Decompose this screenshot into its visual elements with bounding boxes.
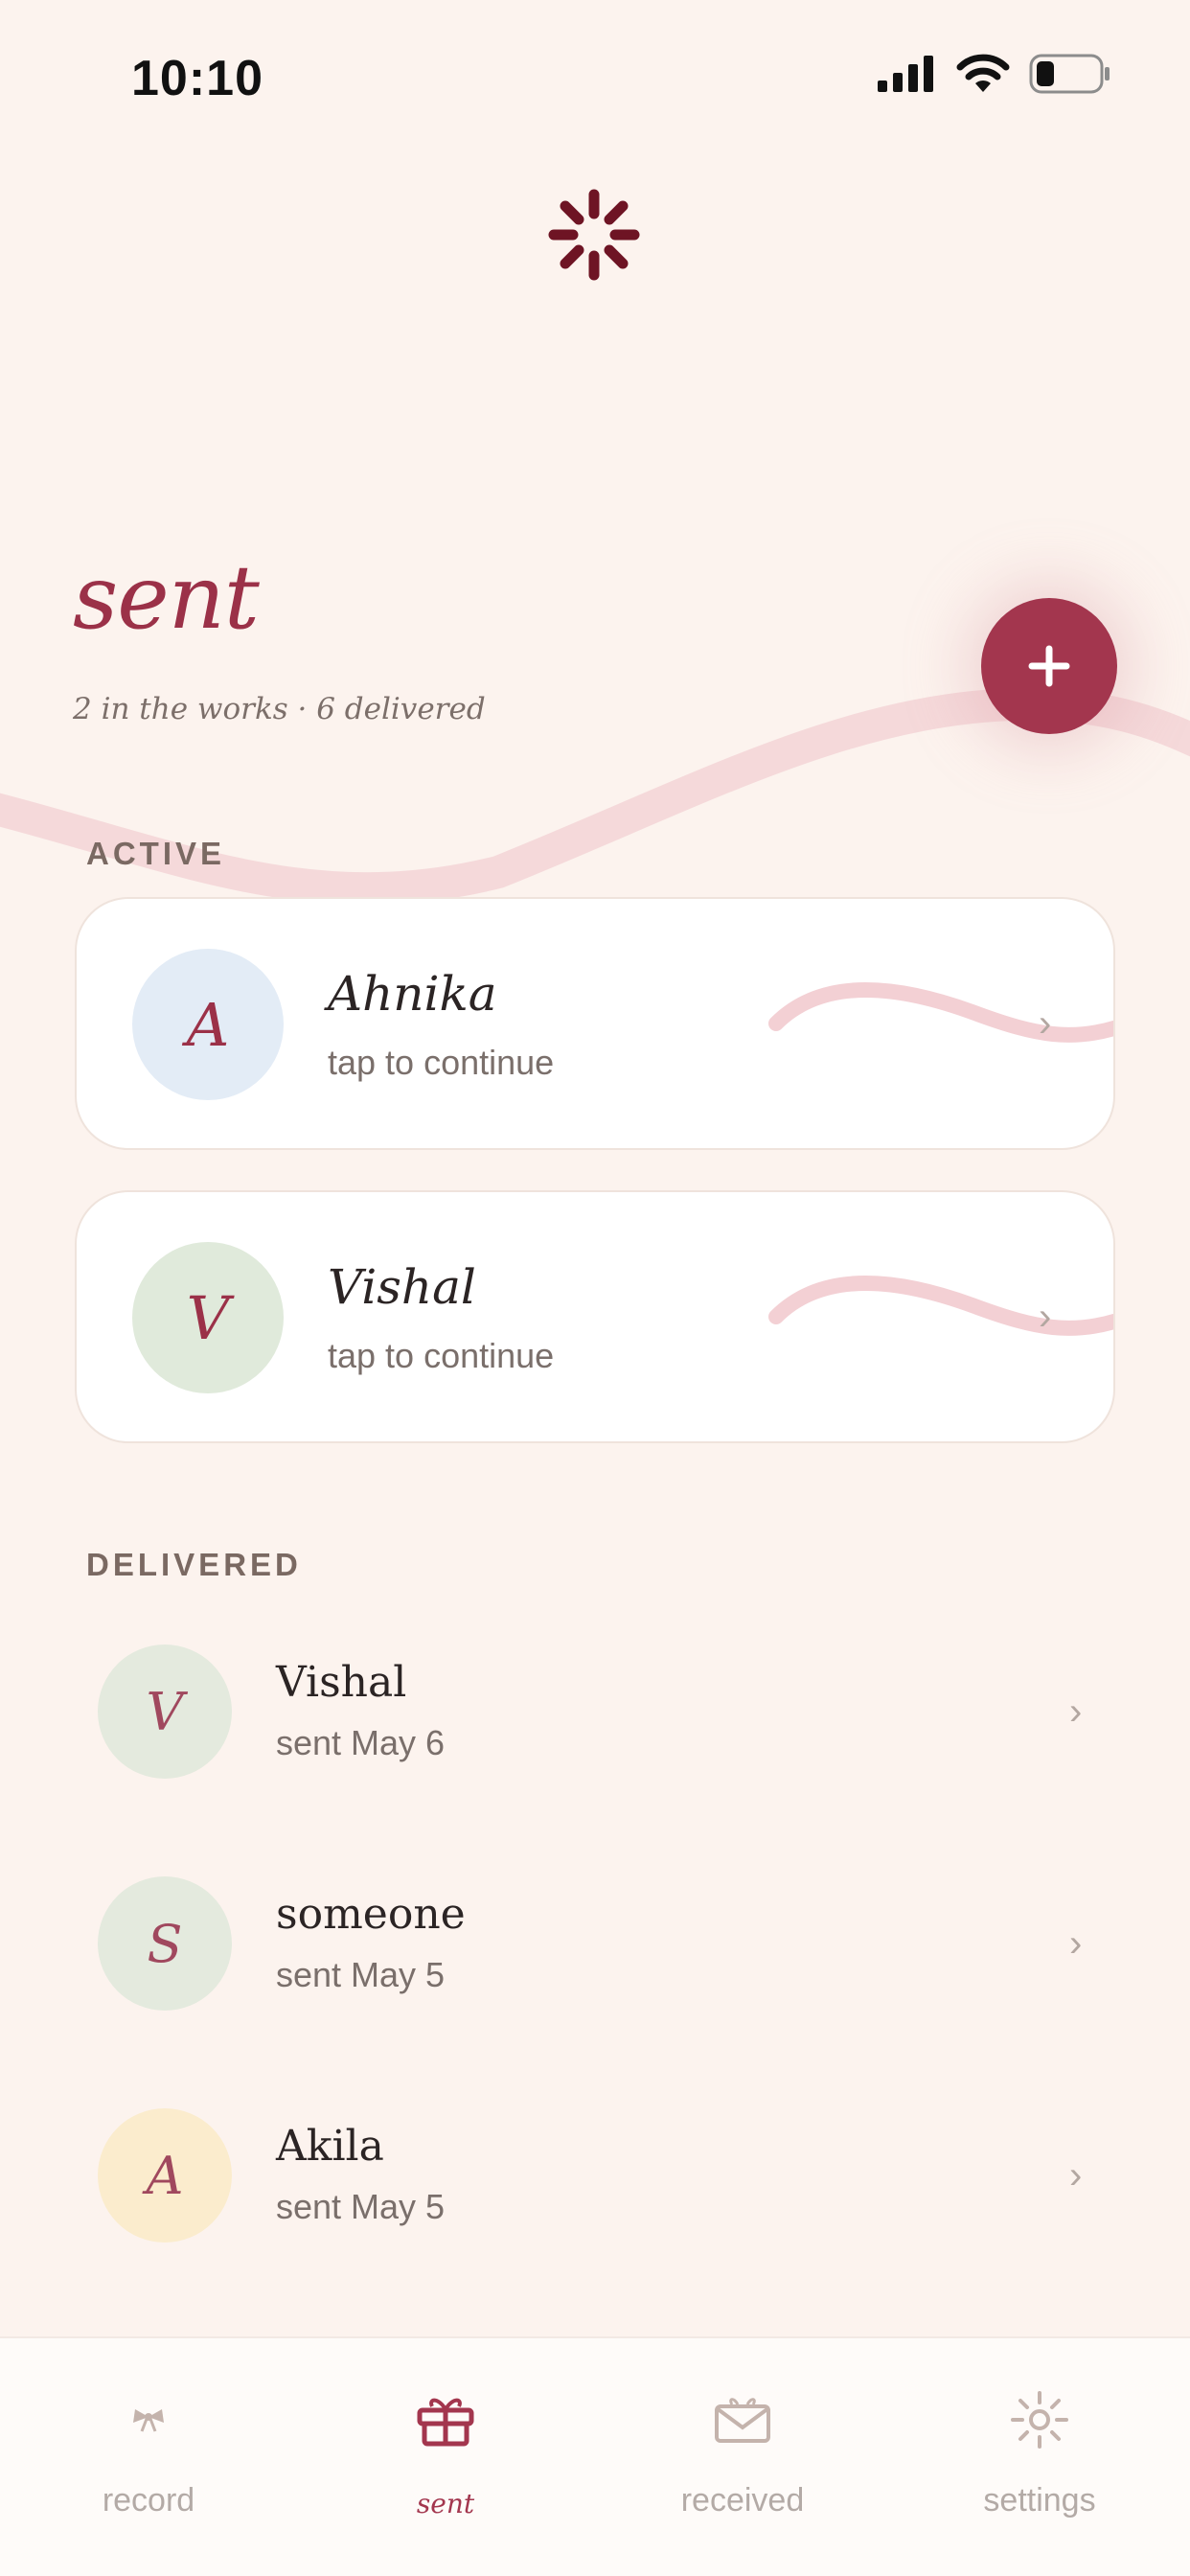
chevron-right-icon: › (1069, 1690, 1083, 1733)
loading-spinner-icon (548, 189, 640, 281)
tab-label: received (680, 2482, 805, 2518)
status-bar: 10:10 (0, 0, 1190, 153)
tab-label: settings (983, 2482, 1096, 2518)
row-name: Akila (276, 2122, 384, 2171)
chevron-right-icon: › (1039, 1296, 1052, 1338)
gear-icon (1011, 2391, 1068, 2449)
plus-icon (1028, 645, 1070, 687)
card-name: Vishal (328, 1259, 476, 1315)
tab-label: record (102, 2482, 195, 2518)
delivered-row-vishal[interactable]: V Vishal sent May 6 › (0, 1644, 1190, 1798)
ribbon-decoration (768, 1276, 1113, 1336)
card-name: Ahnika (328, 966, 497, 1022)
bow-icon (133, 2409, 164, 2432)
status-time: 10:10 (131, 51, 263, 106)
tab-received[interactable]: received (594, 2338, 891, 2576)
active-card-vishal[interactable]: V Vishal tap to continue › (75, 1190, 1115, 1443)
wifi-icon (956, 54, 1010, 92)
add-button[interactable] (981, 598, 1117, 734)
tab-label: sent (416, 2488, 475, 2519)
delivered-section-label: DELIVERED (86, 1547, 302, 1582)
page-title: sent (73, 546, 260, 649)
tab-record[interactable]: record (0, 2338, 297, 2576)
delivered-row-akila[interactable]: A Akila sent May 5 › (0, 2108, 1190, 2262)
card-hint: tap to continue (328, 1336, 555, 1375)
tab-sent[interactable]: sent (297, 2338, 594, 2576)
row-date: sent May 5 (276, 2187, 446, 2226)
battery-icon (1029, 54, 1110, 94)
avatar: A (132, 949, 284, 1100)
avatar: S (98, 1876, 232, 2011)
chevron-right-icon: › (1069, 1922, 1083, 1965)
signal-icon (878, 56, 933, 92)
mail-icon (715, 2398, 770, 2443)
avatar: V (98, 1644, 232, 1779)
ribbon-decoration (768, 982, 1113, 1043)
gift-icon (417, 2398, 474, 2447)
row-date: sent May 6 (276, 1723, 446, 1762)
delivered-row-someone[interactable]: S someone sent May 5 › (0, 1876, 1190, 2030)
chevron-right-icon: › (1069, 2154, 1083, 2196)
avatar: V (132, 1242, 284, 1393)
row-name: someone (276, 1890, 466, 1939)
page-subtitle: 2 in the works · 6 delivered (73, 692, 486, 726)
card-hint: tap to continue (328, 1043, 555, 1082)
status-icons (878, 54, 1111, 94)
row-name: Vishal (276, 1658, 407, 1707)
tab-settings[interactable]: settings (891, 2338, 1188, 2576)
chevron-right-icon: › (1039, 1002, 1052, 1045)
avatar: A (98, 2108, 232, 2242)
active-card-ahnika[interactable]: A Ahnika tap to continue › (75, 897, 1115, 1150)
tab-bar: record sent received settings (0, 2336, 1190, 2576)
row-date: sent May 5 (276, 1955, 446, 1994)
active-section-label: ACTIVE (86, 836, 226, 871)
